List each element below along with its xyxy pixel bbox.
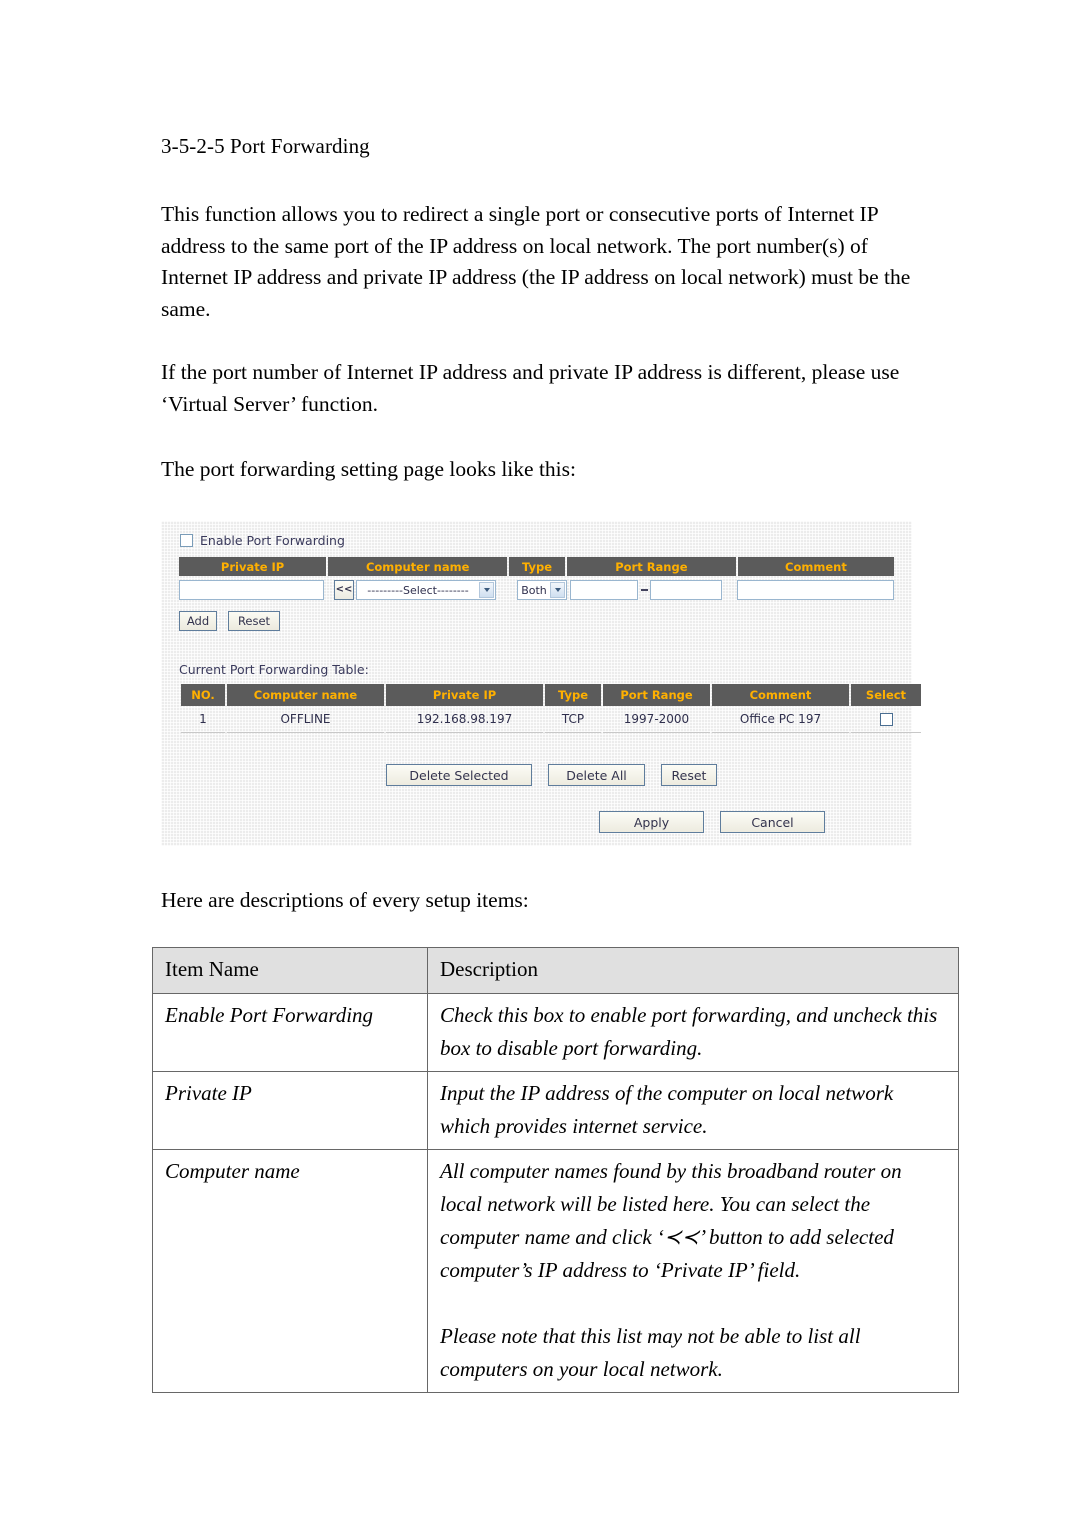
table-row: 1 OFFLINE 192.168.98.197 TCP 1997-2000 O… xyxy=(181,706,921,733)
type-select[interactable]: Both xyxy=(517,580,567,600)
comment-input[interactable] xyxy=(737,580,894,600)
cell-comment: Office PC 197 xyxy=(712,706,849,733)
form-header-computer-name: Computer name xyxy=(328,557,508,576)
current-port-forwarding-table: NO. Computer name Private IP Type Port R… xyxy=(179,684,921,733)
port-range-start-input[interactable] xyxy=(570,580,638,600)
cell-computer-name: OFFLINE xyxy=(227,706,384,733)
type-select-value: Both xyxy=(521,583,547,597)
port-forwarding-panel: Enable Port Forwarding Private IP Comput… xyxy=(161,521,921,846)
cancel-button[interactable]: Cancel xyxy=(720,811,825,833)
desc-col-header-item-name: Item Name xyxy=(152,947,428,994)
current-table-label: Current Port Forwarding Table: xyxy=(179,662,369,677)
desc-text-private-ip: Input the IP address of the computer on … xyxy=(427,1071,959,1150)
desc-text-enable-port-forwarding: Check this box to enable port forwarding… xyxy=(427,993,959,1072)
copy-selected-ip-button[interactable]: << xyxy=(334,580,354,600)
chevron-down-icon xyxy=(550,582,565,598)
table-header-row: NO. Computer name Private IP Type Port R… xyxy=(181,684,921,706)
descriptions-caption: Here are descriptions of every setup ite… xyxy=(161,888,529,912)
port-range-end-input[interactable] xyxy=(650,580,722,600)
reset-form-button[interactable]: Reset xyxy=(228,611,280,631)
form-header-port-range: Port Range xyxy=(566,557,736,576)
form-input-row: << ---------Select-------- Both xyxy=(179,580,894,602)
desc-col-header-description: Description xyxy=(427,947,959,994)
cell-port-range: 1997-2000 xyxy=(603,706,710,733)
document-body: 3-5-2-5 Port Forwarding This function al… xyxy=(161,0,913,486)
computer-name-select[interactable]: ---------Select-------- xyxy=(356,580,496,600)
apply-button[interactable]: Apply xyxy=(599,811,704,833)
desc-row-enable-port-forwarding: Enable Port Forwarding Check this box to… xyxy=(152,993,959,1072)
col-header-type: Type xyxy=(545,684,601,706)
delete-all-button[interactable]: Delete All xyxy=(548,764,645,786)
chevron-down-icon xyxy=(479,582,494,598)
col-header-private-ip: Private IP xyxy=(386,684,543,706)
desc-text-spacer xyxy=(440,1287,948,1320)
setup-items-description-table: Item Name Description Enable Port Forwar… xyxy=(152,947,959,1393)
col-header-port-range: Port Range xyxy=(603,684,710,706)
cell-select[interactable] xyxy=(851,706,921,733)
paragraph-setting-page-intro: The port forwarding setting page looks l… xyxy=(161,457,576,481)
form-header-comment: Comment xyxy=(737,557,894,576)
col-header-select: Select xyxy=(851,684,921,706)
desc-text-computer-name: All computer names found by this broadba… xyxy=(427,1149,959,1393)
computer-name-select-value: ---------Select-------- xyxy=(367,583,469,597)
desc-header-row: Item Name Description xyxy=(152,947,959,994)
desc-text-computer-name-part2: Please note that this list may not be ab… xyxy=(440,1324,861,1381)
desc-item-private-ip: Private IP xyxy=(152,1071,428,1150)
col-header-computer-name: Computer name xyxy=(227,684,384,706)
cell-type: TCP xyxy=(545,706,601,733)
col-header-comment: Comment xyxy=(712,684,849,706)
desc-row-computer-name: Computer name All computer names found b… xyxy=(152,1149,959,1393)
form-header-type: Type xyxy=(509,557,565,576)
enable-port-forwarding-checkbox[interactable] xyxy=(180,534,193,547)
page-title: 3-5-2-5 Port Forwarding xyxy=(161,134,370,158)
col-header-no: NO. xyxy=(181,684,225,706)
paragraph-intro: This function allows you to redirect a s… xyxy=(161,202,911,321)
private-ip-input[interactable] xyxy=(179,580,324,600)
row-select-checkbox[interactable] xyxy=(879,713,893,726)
paragraph-virtual-server-note: If the port number of Internet IP addres… xyxy=(161,360,900,416)
desc-item-computer-name: Computer name xyxy=(152,1149,428,1393)
reset-table-button[interactable]: Reset xyxy=(661,764,717,786)
delete-selected-button[interactable]: Delete Selected xyxy=(386,764,532,786)
enable-port-forwarding-label: Enable Port Forwarding xyxy=(200,533,345,548)
desc-text-computer-name-part1: All computer names found by this broadba… xyxy=(440,1159,902,1282)
page-action-buttons: Apply Cancel xyxy=(599,811,825,833)
enable-port-forwarding-row[interactable]: Enable Port Forwarding xyxy=(180,533,345,548)
form-header-private-ip: Private IP xyxy=(179,557,327,576)
cell-no: 1 xyxy=(181,706,225,733)
form-header-row: Private IP Computer name Type Port Range… xyxy=(179,557,894,576)
port-range-separator xyxy=(641,589,648,591)
cell-private-ip: 192.168.98.197 xyxy=(386,706,543,733)
desc-item-enable-port-forwarding: Enable Port Forwarding xyxy=(152,993,428,1072)
desc-row-private-ip: Private IP Input the IP address of the c… xyxy=(152,1071,959,1150)
add-button[interactable]: Add xyxy=(179,611,217,631)
table-action-buttons: Delete Selected Delete All Reset xyxy=(386,764,717,786)
